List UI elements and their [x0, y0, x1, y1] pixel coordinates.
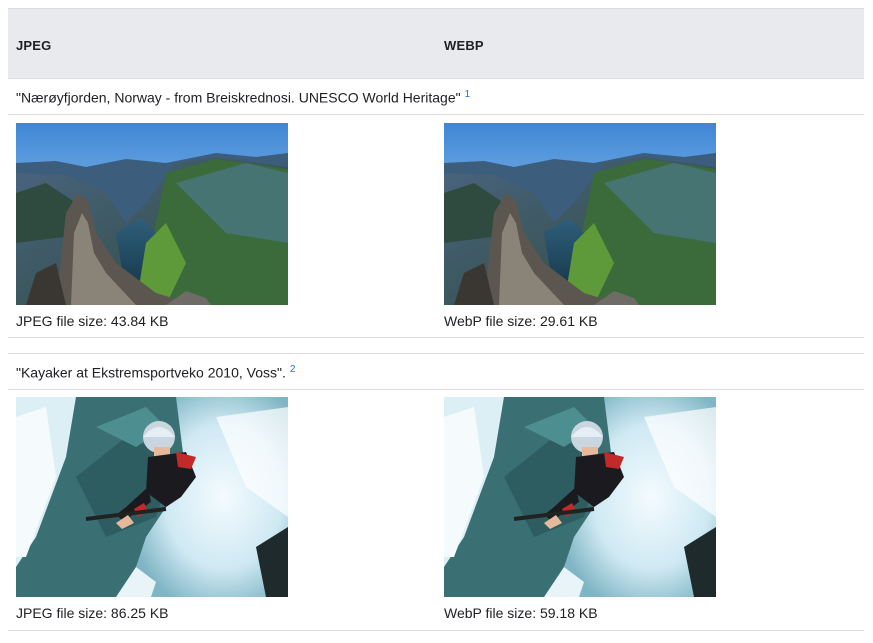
caption-2-text: "Kayaker at Ekstremsportveko 2010, Voss"… [16, 364, 286, 381]
caption-row-2: "Kayaker at Ekstremsportveko 2010, Voss"… [8, 353, 864, 390]
jpeg-size-1: JPEG file size: 43.84 KB [16, 313, 169, 329]
footnote-link-2[interactable]: 2 [290, 364, 296, 375]
comparison-table: JPEG WEBP "Nærøyfjorden, Norway - from B… [8, 8, 864, 631]
caption-1-text: "Nærøyfjorden, Norway - from Breiskredno… [16, 89, 461, 106]
table-header: JPEG WEBP [8, 8, 864, 78]
jpeg-kayak-image [16, 397, 288, 597]
jpeg-fjord-image [16, 123, 288, 305]
caption-1: "Nærøyfjorden, Norway - from Breiskredno… [16, 89, 470, 106]
header-jpeg: JPEG [16, 38, 52, 53]
caption-row-1: "Nærøyfjorden, Norway - from Breiskredno… [8, 78, 864, 115]
jpeg-size-2: JPEG file size: 86.25 KB [16, 605, 169, 621]
spacer-row [8, 337, 864, 353]
header-webp: WEBP [444, 38, 484, 53]
caption-2: "Kayaker at Ekstremsportveko 2010, Voss"… [16, 364, 295, 381]
webp-kayak-image [444, 397, 716, 597]
webp-fjord-image [444, 123, 716, 305]
webp-size-1: WebP file size: 29.61 KB [444, 313, 598, 329]
image-row-1: JPEG file size: 43.84 KB WebP file size:… [8, 115, 864, 337]
webp-size-2: WebP file size: 59.18 KB [444, 605, 598, 621]
footnote-link-1[interactable]: 1 [465, 89, 471, 100]
image-row-2: JPEG file size: 86.25 KB WebP file size:… [8, 390, 864, 631]
